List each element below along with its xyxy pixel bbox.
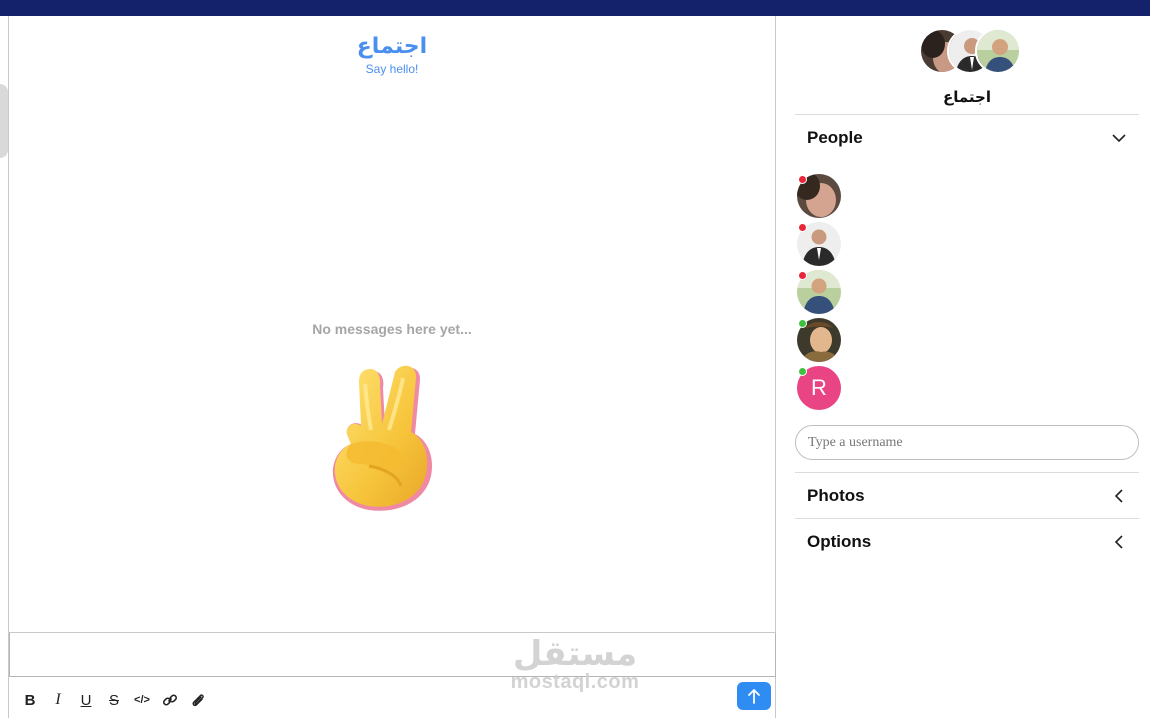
divider <box>795 472 1139 473</box>
victory-hand-icon <box>332 365 433 511</box>
chat-title: اجتماع <box>356 34 428 59</box>
conversation-sidebar: اجتماع People R Photos <box>777 16 1150 718</box>
people-section-header[interactable]: People <box>807 126 1127 150</box>
side-panel-handle[interactable] <box>0 84 8 158</box>
bold-icon[interactable]: B <box>19 689 41 711</box>
send-button[interactable] <box>737 682 771 710</box>
options-section-header[interactable]: Options <box>807 530 1127 554</box>
member-avatar[interactable] <box>797 318 841 362</box>
strikethrough-icon[interactable]: S <box>103 689 125 711</box>
divider <box>795 114 1139 115</box>
chevron-left-icon[interactable] <box>1111 488 1127 504</box>
underline-icon[interactable]: U <box>75 689 97 711</box>
code-icon[interactable]: </> <box>131 689 153 711</box>
status-dot <box>798 271 807 280</box>
empty-messages-text: No messages here yet... <box>312 321 472 337</box>
options-section-title: Options <box>807 532 872 551</box>
link-icon[interactable] <box>159 689 181 711</box>
group-avatars <box>919 28 1023 74</box>
photos-section-title: Photos <box>807 486 865 505</box>
status-dot <box>798 223 807 232</box>
people-section-title: People <box>807 128 863 147</box>
status-dot <box>798 175 807 184</box>
member-avatar[interactable] <box>797 174 841 218</box>
status-dot <box>798 367 807 376</box>
member-avatar[interactable]: R <box>797 366 841 410</box>
status-dot <box>798 319 807 328</box>
member-avatar[interactable] <box>797 270 841 314</box>
formatting-toolbar: B I U S </> <box>19 685 209 715</box>
message-input[interactable] <box>9 633 776 677</box>
arrow-up-icon <box>748 689 760 704</box>
group-name: اجتماع <box>942 88 991 106</box>
chevron-left-icon[interactable] <box>1111 534 1127 550</box>
divider <box>795 518 1139 519</box>
chat-subtitle: Say hello! <box>365 62 419 76</box>
chevron-down-icon[interactable] <box>1111 130 1127 146</box>
attachment-icon[interactable] <box>187 689 209 711</box>
group-avatar-3 <box>975 28 1021 74</box>
photos-section-header[interactable]: Photos <box>807 484 1127 508</box>
username-input[interactable] <box>795 425 1139 460</box>
chat-panel: اجتماع Say hello! No messages here yet..… <box>8 16 776 718</box>
italic-icon[interactable]: I <box>47 689 69 711</box>
message-composer: B I U S </> <box>9 632 776 718</box>
member-avatar[interactable] <box>797 222 841 266</box>
top-bar <box>0 0 1150 16</box>
